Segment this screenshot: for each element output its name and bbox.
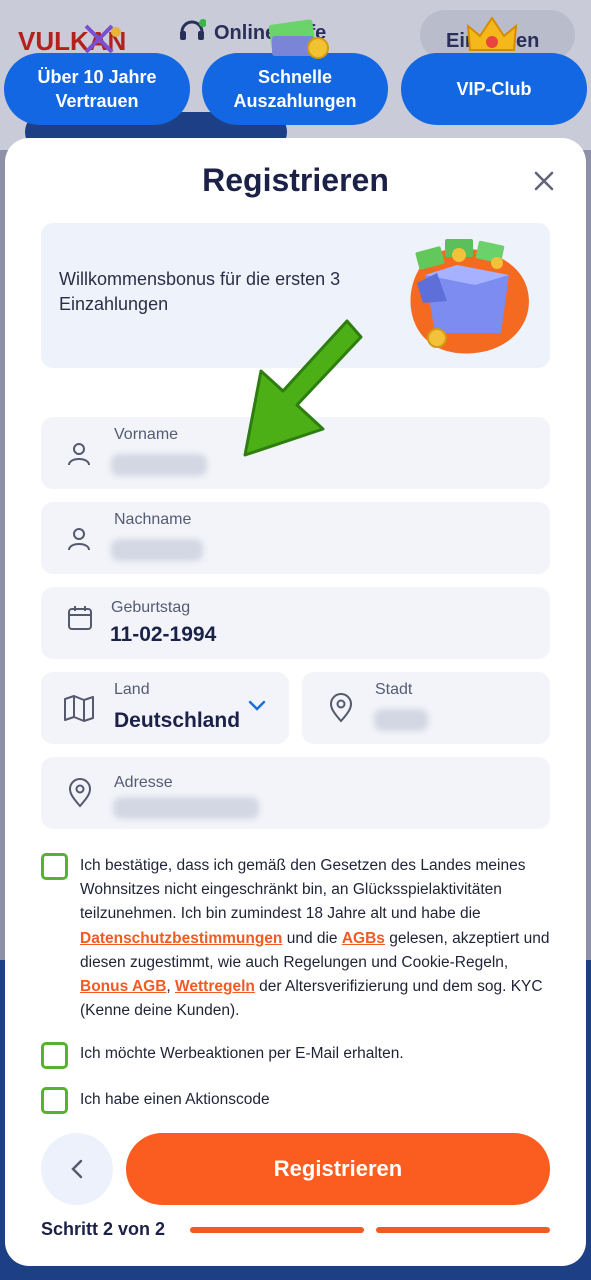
terms-checkbox[interactable] [41, 853, 68, 880]
last-name-value-redacted [111, 539, 203, 561]
promo-code-checkbox[interactable] [41, 1087, 68, 1114]
chevron-down-icon[interactable] [248, 700, 266, 712]
consent-text-4: , [166, 978, 176, 996]
close-icon[interactable] [529, 166, 559, 196]
step-progress-bar-2 [376, 1227, 550, 1233]
bonus-terms-link[interactable]: Bonus AGB [80, 978, 166, 995]
birthday-value: 11-02-1994 [110, 623, 217, 646]
modal-title: Registrieren [202, 162, 389, 198]
last-name-label: Nachname [114, 511, 192, 528]
crown-icon [466, 16, 518, 51]
consent-text-1: Ich bestätige, dass ich gemäß den Gesetz… [80, 857, 526, 923]
consent-text-2: und die [282, 929, 342, 947]
location-pin-icon [68, 778, 92, 808]
country-label: Land [114, 681, 150, 698]
headset-icon [180, 19, 207, 40]
terms-link[interactable]: AGBs [342, 930, 385, 947]
country-value: Deutschland [114, 709, 241, 732]
green-arrow-annotation [243, 319, 363, 457]
location-pin-icon [329, 693, 353, 723]
gift-box-icon [410, 239, 529, 354]
city-field[interactable]: Stadt [302, 672, 550, 744]
feature-trust-badge: Über 10 Jahre Vertrauen [4, 53, 190, 125]
back-button[interactable] [41, 1133, 113, 1205]
address-field[interactable]: Adresse [41, 757, 550, 829]
promo-code-label: Ich habe einen Aktionscode [80, 1091, 270, 1108]
city-label: Stadt [375, 681, 413, 698]
register-submit-button[interactable]: Registrieren [126, 1133, 550, 1205]
calendar-icon [68, 606, 92, 630]
terms-consent-text: Ich bestätige, dass ich gemäß den Gesetz… [80, 854, 555, 1023]
country-select[interactable]: Land Deutschland [41, 672, 289, 744]
city-value-redacted [374, 709, 428, 731]
newsletter-label: Ich möchte Werbeaktionen per E-Mail erha… [80, 1045, 404, 1062]
feature-payouts-badge: Schnelle Auszahlungen [202, 53, 388, 125]
user-icon [68, 528, 90, 551]
step-progress-bar-1 [190, 1227, 364, 1233]
map-icon [64, 695, 94, 722]
feature-vip-badge: VIP-Club [401, 53, 587, 125]
first-name-label: Vorname [114, 426, 179, 443]
birthday-label: Geburtstag [111, 599, 191, 616]
last-name-field[interactable]: Nachname [41, 502, 550, 574]
site-logo: VULKAN [18, 24, 126, 56]
registration-modal: Registrieren Willkommensbonus für die er… [5, 138, 586, 1266]
birthday-field[interactable]: Geburtstag 11-02-1994 [41, 587, 550, 659]
bonus-text: Willkommensbonus für die ersten 3 Einzah… [59, 269, 341, 314]
first-name-value-redacted [111, 454, 207, 476]
betting-rules-link[interactable]: Wettregeln [175, 978, 255, 995]
newsletter-checkbox[interactable] [41, 1042, 68, 1069]
step-indicator: Schritt 2 von 2 [41, 1219, 166, 1239]
money-icon [268, 19, 329, 59]
address-value-redacted [113, 797, 259, 819]
user-icon [68, 443, 90, 466]
address-label: Adresse [114, 774, 173, 791]
chevron-left-icon [71, 1159, 83, 1179]
privacy-policy-link[interactable]: Datenschutzbestimmungen [80, 930, 282, 947]
